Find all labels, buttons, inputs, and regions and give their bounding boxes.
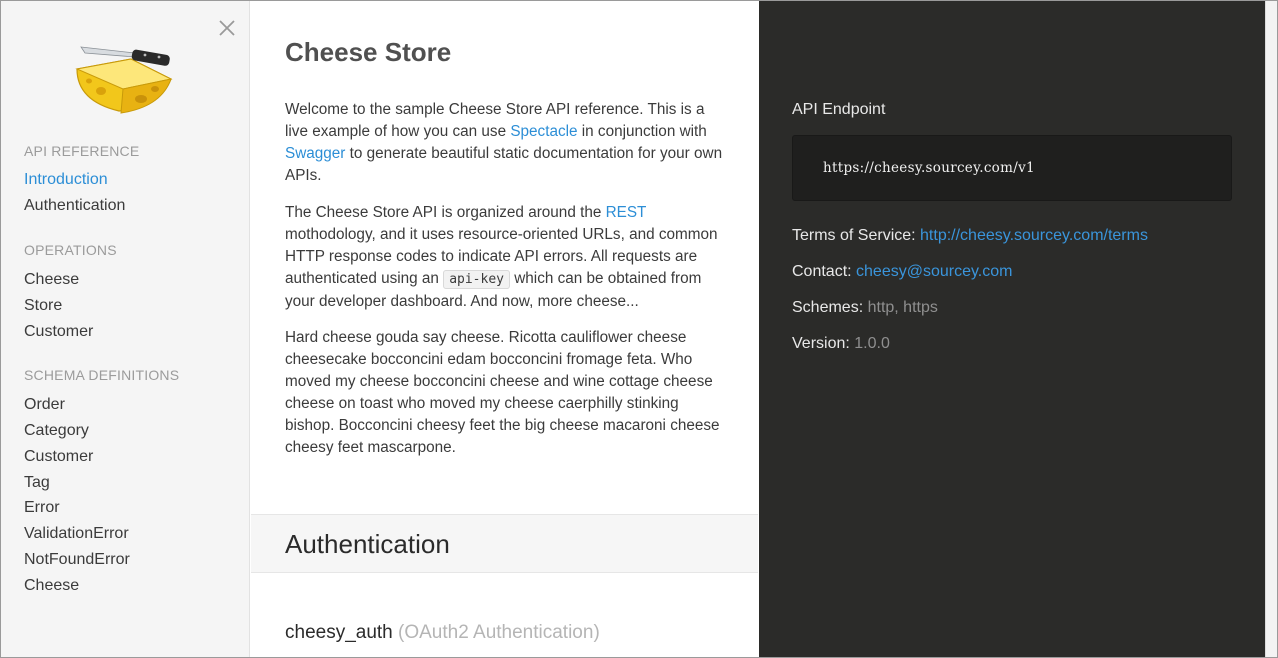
- intro-text: in conjunction with: [577, 123, 707, 140]
- sidebar-item-customer[interactable]: Customer: [24, 323, 93, 341]
- sidebar-item-authentication[interactable]: Authentication: [24, 197, 125, 215]
- sidebar-item-store[interactable]: Store: [24, 297, 62, 315]
- page-title: Cheese Store: [285, 37, 452, 67]
- sidebar-item-order[interactable]: Order: [24, 396, 65, 414]
- sidebar-item-not-found-error[interactable]: NotFoundError: [24, 551, 130, 569]
- schemes-label: Schemes:: [792, 299, 868, 316]
- tos-link[interactable]: http://cheesy.sourcey.com/terms: [920, 227, 1148, 244]
- spectacle-link[interactable]: Spectacle: [510, 123, 577, 140]
- auth-scheme-name: cheesy_auth: [285, 622, 393, 643]
- nav-heading-schema-definitions: SCHEMA DEFINITIONS: [24, 367, 180, 383]
- sidebar-item-error[interactable]: Error: [24, 499, 60, 517]
- schemes-value: http, https: [867, 299, 938, 316]
- api-key-code: api-key: [443, 270, 510, 289]
- sidebar-item-tag[interactable]: Tag: [24, 474, 50, 492]
- api-info-panel: API Endpoint https://cheesy.sourcey.com/…: [759, 1, 1265, 657]
- nav-heading-api-reference: API REFERENCE: [24, 143, 140, 159]
- authentication-section-header: Authentication: [251, 514, 758, 573]
- version-row: Version: 1.0.0: [792, 335, 890, 353]
- nav-heading-operations: OPERATIONS: [24, 242, 117, 258]
- intro-paragraph-2: The Cheese Store API is organized around…: [285, 202, 730, 313]
- auth-scheme-title: cheesy_auth (OAuth2 Authentication): [285, 622, 600, 644]
- sidebar-item-cheese[interactable]: Cheese: [24, 271, 79, 289]
- authentication-heading: Authentication: [285, 529, 450, 559]
- terms-of-service-row: Terms of Service: http://cheesy.sourcey.…: [792, 227, 1148, 245]
- sidebar-item-validation-error[interactable]: ValidationError: [24, 525, 129, 543]
- auth-scheme-type: (OAuth2 Authentication): [398, 622, 600, 643]
- tos-label: Terms of Service:: [792, 227, 921, 244]
- cheese-logo: [75, 46, 173, 114]
- sidebar-item-schema-cheese[interactable]: Cheese: [24, 577, 79, 595]
- intro-paragraph-1: Welcome to the sample Cheese Store API r…: [285, 99, 730, 187]
- contact-row: Contact: cheesy@sourcey.com: [792, 263, 1012, 281]
- api-endpoint-label: API Endpoint: [792, 101, 886, 118]
- intro-text: to generate beautiful static documentati…: [285, 145, 723, 184]
- rest-link[interactable]: REST: [606, 204, 647, 221]
- version-label: Version:: [792, 335, 855, 352]
- contact-email-link[interactable]: cheesy@sourcey.com: [856, 263, 1012, 280]
- sidebar-item-category[interactable]: Category: [24, 422, 89, 440]
- sidebar: API REFERENCE Introduction Authenticatio…: [1, 1, 250, 657]
- sidebar-item-introduction[interactable]: Introduction: [24, 171, 108, 189]
- close-icon[interactable]: [217, 18, 237, 38]
- swagger-link[interactable]: Swagger: [285, 145, 345, 162]
- intro-text: The Cheese Store API is organized around…: [285, 204, 606, 221]
- intro-paragraph-3: Hard cheese gouda say cheese. Ricotta ca…: [285, 329, 720, 456]
- api-endpoint-box: https://cheesy.sourcey.com/v1: [792, 135, 1232, 201]
- api-endpoint-url: https://cheesy.sourcey.com/v1: [823, 160, 1035, 176]
- scrollbar[interactable]: [1265, 1, 1277, 657]
- main-content: Cheese Store Welcome to the sample Chees…: [251, 1, 758, 657]
- version-value: 1.0.0: [854, 335, 890, 352]
- schemes-row: Schemes: http, https: [792, 299, 938, 317]
- contact-label: Contact:: [792, 263, 857, 280]
- sidebar-item-schema-customer[interactable]: Customer: [24, 448, 93, 466]
